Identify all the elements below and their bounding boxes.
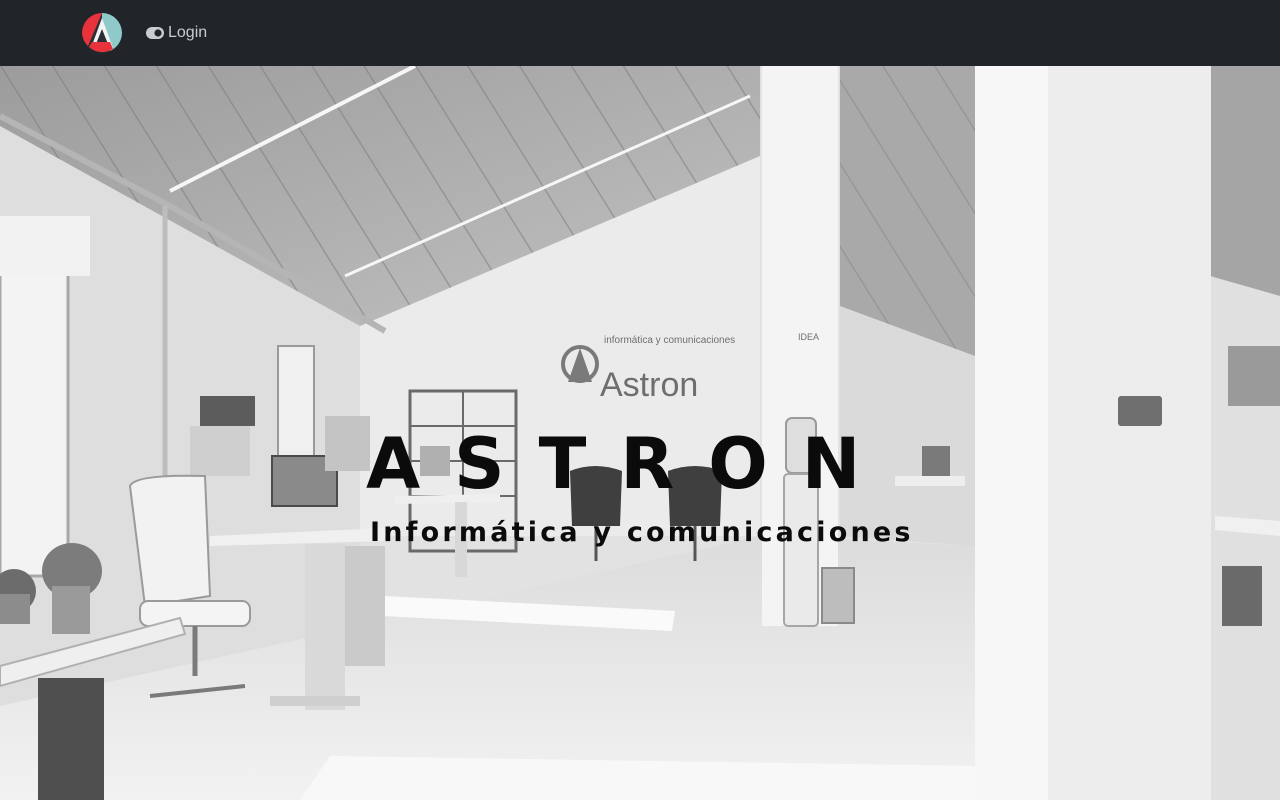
toggle-icon (146, 27, 164, 39)
hero-section: informática y comunicaciones Astron IDEA (0, 66, 1280, 800)
hero-title: ASTRON (366, 423, 895, 505)
hero-subtitle: Informática y comunicaciones (370, 517, 914, 548)
navbar: Login (0, 0, 1280, 66)
wall-sign-tagline: informática y comunicaciones (604, 335, 735, 346)
wall-sign-name: Astron (600, 366, 698, 404)
idea-label: IDEA (798, 332, 819, 342)
astron-logo-icon[interactable] (80, 12, 124, 54)
login-link[interactable]: Login (146, 22, 207, 44)
login-label: Login (168, 24, 208, 41)
